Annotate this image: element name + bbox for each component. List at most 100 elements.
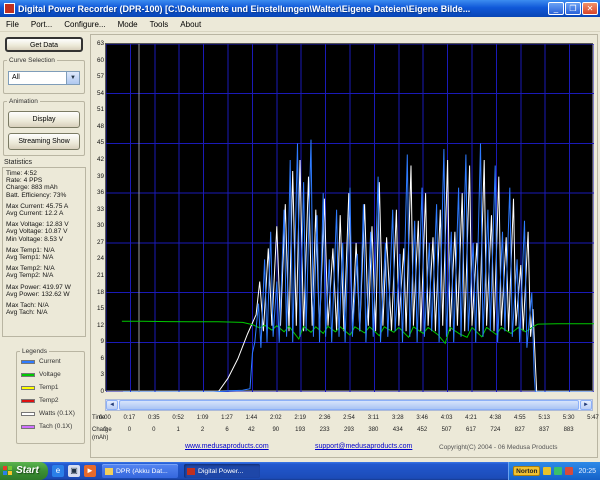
- task-buttons: DPR (Akku Dat... Digital Power...: [96, 464, 260, 478]
- task-label: DPR (Akku Dat...: [116, 468, 168, 475]
- y-tick-label: 18: [91, 289, 104, 296]
- y-tick-label: 42: [91, 156, 104, 163]
- stat-line: Avg Temp2: N/A: [6, 272, 85, 279]
- tray-icon[interactable]: [554, 467, 562, 475]
- stat-line: Avg Tach: N/A: [6, 309, 85, 316]
- y-tick-label: 0: [91, 388, 104, 395]
- support-email-link[interactable]: support@medusaproducts.com: [315, 443, 412, 450]
- stat-line: Avg Current: 12.2 A: [6, 210, 85, 217]
- curve-select-dropdown[interactable]: All ▼: [8, 71, 80, 85]
- chart-panel: 6360575451484542393633302724211815129630…: [90, 34, 598, 458]
- x-tick-label: 42: [248, 427, 255, 433]
- x-tick-label: 3:28: [392, 415, 404, 421]
- x-tick-label: 0:00: [99, 415, 111, 421]
- display-button[interactable]: Display: [8, 111, 80, 128]
- get-data-button[interactable]: Get Data: [5, 37, 83, 52]
- legend-label: Tach (0.1X): [39, 423, 72, 430]
- show-desktop-icon[interactable]: ▣: [68, 465, 80, 477]
- legend-rows: CurrentVoltageTemp1Temp2Watts (0.1X)Tach…: [17, 355, 84, 433]
- menu-item-mode[interactable]: Mode: [112, 20, 144, 29]
- stat-line: Rate: 4 PPS: [6, 177, 85, 184]
- x-tick-label: 5:47: [587, 415, 599, 421]
- close-button[interactable]: ✕: [582, 2, 598, 15]
- stat-line: Max Temp2: N/A: [6, 265, 85, 272]
- x-tick-label: 837: [539, 427, 549, 433]
- system-tray: Norton 20:25: [508, 462, 600, 480]
- y-tick-label: 15: [91, 305, 104, 312]
- stat-line: Avg Temp1: N/A: [6, 254, 85, 261]
- x-tick-label: 3:11: [368, 415, 379, 421]
- norton-tray-badge[interactable]: Norton: [513, 466, 540, 476]
- x-tick-label: 507: [442, 427, 452, 433]
- legend-swatch: [21, 412, 35, 416]
- y-tick-label: 39: [91, 173, 104, 180]
- menu-item-about[interactable]: About: [174, 20, 207, 29]
- website-link[interactable]: www.medusaproducts.com: [185, 443, 269, 450]
- client-area: Get Data Curve Selection All ▼ Animation…: [0, 32, 600, 462]
- y-tick-label: 12: [91, 322, 104, 329]
- taskbar: Start e ▣ ► DPR (Akku Dat... Digital Powe…: [0, 462, 600, 480]
- internet-explorer-icon[interactable]: e: [52, 465, 64, 477]
- y-tick-label: 36: [91, 189, 104, 196]
- menu-item-configure[interactable]: Configure...: [58, 20, 111, 29]
- curve-selection-group: Curve Selection All ▼: [3, 57, 85, 94]
- tray-icon[interactable]: [543, 467, 551, 475]
- x-tick-label: 1: [177, 427, 180, 433]
- y-tick-label: 45: [91, 139, 104, 146]
- app-icon: [187, 468, 195, 475]
- y-tick-label: 51: [91, 106, 104, 113]
- legend-swatch: [21, 399, 35, 403]
- y-tick-label: 9: [91, 338, 104, 345]
- tray-icon[interactable]: [565, 467, 573, 475]
- x-tick-label: 380: [368, 427, 378, 433]
- app-icon: [4, 3, 15, 14]
- legend-item: Temp1: [17, 381, 84, 394]
- task-button[interactable]: Digital Power...: [184, 464, 260, 478]
- scroll-right-icon[interactable]: ►: [580, 400, 592, 410]
- horizontal-scrollbar[interactable]: ◄ ►: [105, 399, 593, 411]
- y-tick-label: 27: [91, 239, 104, 246]
- menu-item-tools[interactable]: Tools: [144, 20, 175, 29]
- stat-line: Charge: 883 mAh: [6, 184, 85, 191]
- minimize-button[interactable]: _: [548, 2, 564, 15]
- x-tick-label: 90: [272, 427, 279, 433]
- curve-selection-label: Curve Selection: [7, 57, 57, 64]
- y-tick-label: 48: [91, 123, 104, 130]
- scrollbar-thumb[interactable]: [119, 400, 579, 410]
- legend-swatch: [21, 360, 35, 364]
- plot-area[interactable]: [105, 43, 593, 391]
- y-tick-label: 30: [91, 222, 104, 229]
- statistics-panel: Time: 4:52Rate: 4 PPSCharge: 883 mAhBatt…: [2, 167, 86, 337]
- scroll-left-icon[interactable]: ◄: [106, 400, 118, 410]
- stat-line: Avg Voltage: 10.87 V: [6, 228, 85, 235]
- y-tick-label: 33: [91, 206, 104, 213]
- legend-swatch: [21, 386, 35, 390]
- stat-line: Batt. Efficiency: 73%: [6, 192, 85, 199]
- x-tick-label: 2:19: [294, 415, 306, 421]
- chevron-down-icon[interactable]: ▼: [66, 72, 79, 84]
- x-tick-label: 0: [152, 427, 155, 433]
- legend-group: Legends CurrentVoltageTemp1Temp2Watts (0…: [16, 348, 85, 444]
- x-tick-label: 0:17: [124, 415, 136, 421]
- desktop: Digital Power Recorder (DPR-100) [C:\Dok…: [0, 0, 600, 480]
- menu-item-file[interactable]: File: [0, 20, 25, 29]
- y-tick-label: 60: [91, 57, 104, 64]
- maximize-button[interactable]: ❐: [565, 2, 581, 15]
- stat-line: Max Power: 419.97 W: [6, 284, 85, 291]
- x-tick-label: 883: [564, 427, 574, 433]
- task-button[interactable]: DPR (Akku Dat...: [102, 464, 178, 478]
- menu-item-port[interactable]: Port...: [25, 20, 58, 29]
- x-tick-label: 293: [344, 427, 354, 433]
- curve-select-value: All: [12, 74, 20, 81]
- x-tick-label: 5:13: [538, 415, 550, 421]
- start-button[interactable]: Start: [0, 462, 48, 480]
- media-player-icon[interactable]: ►: [84, 465, 96, 477]
- x-tick-label: 452: [417, 427, 427, 433]
- y-tick-label: 54: [91, 90, 104, 97]
- power-chart: [106, 44, 594, 392]
- x-tick-label: 1:44: [246, 415, 258, 421]
- stat-line: Avg Power: 132.62 W: [6, 291, 85, 298]
- x-tick-label: 4:21: [465, 415, 477, 421]
- streaming-show-button[interactable]: Streaming Show: [8, 133, 80, 150]
- legend-item: Watts (0.1X): [17, 407, 84, 420]
